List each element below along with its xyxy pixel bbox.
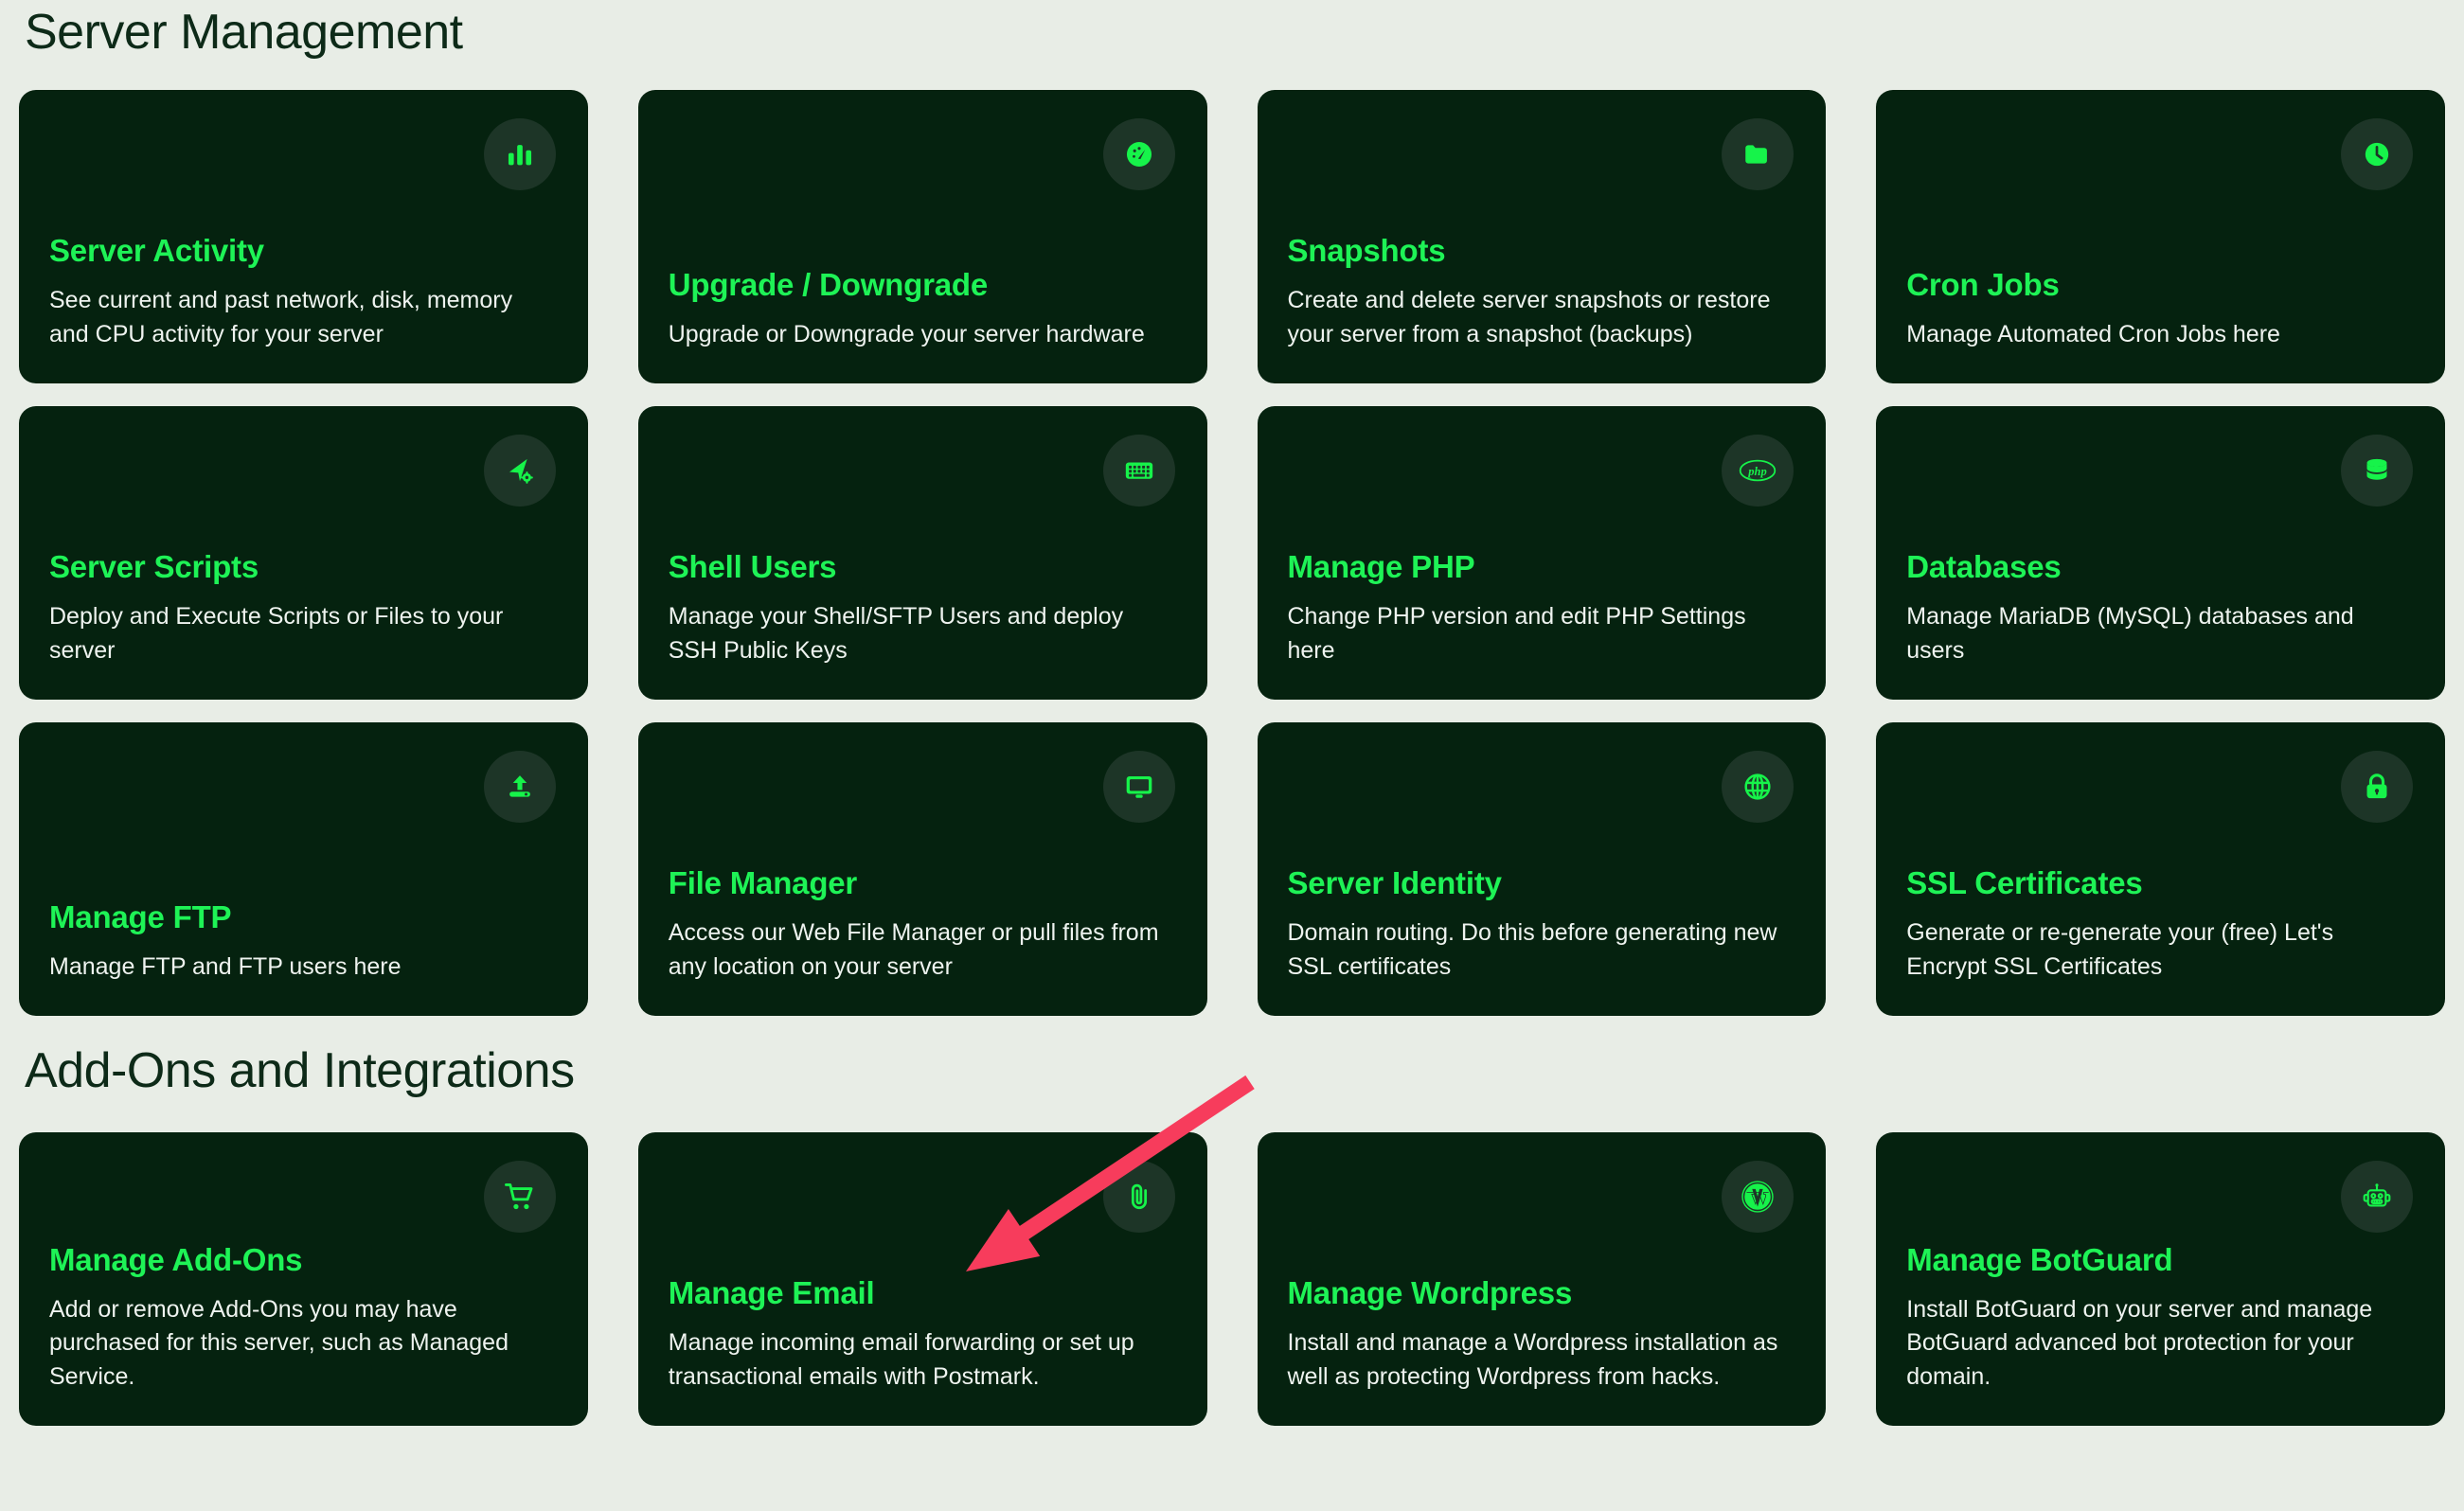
card-title: Snapshots (1287, 233, 1446, 269)
card-file-manager[interactable]: File Manager Access our Web File Manager … (637, 722, 1220, 1024)
card-manage-add-ons[interactable]: Manage Add-Ons Add or remove Add-Ons you … (19, 1132, 600, 1434)
card-description: Manage FTP and FTP users here (49, 952, 402, 980)
section-title-add-ons: Add-Ons and Integrations (25, 1043, 575, 1099)
svg-text:php: php (1748, 465, 1767, 478)
card-description: Manage Automated Cron Jobs here (1906, 320, 2280, 347)
card-title: Shell Users (668, 549, 837, 585)
clock-icon (2341, 118, 2413, 191)
card-content: Manage BotGuard Install BotGuard on your … (1906, 1242, 2411, 1394)
card-content: Server Activity See current and past netw… (49, 233, 554, 351)
script-cursor-gear-icon (483, 435, 556, 507)
card-content: Cron Jobs Manage Automated Cron Jobs here (1906, 267, 2411, 351)
card-content: Shell Users Manage your Shell/SFTP Users … (669, 549, 1173, 667)
card-description: Domain routing. Do this before generatin… (1287, 919, 1777, 980)
card-title: Manage Email (668, 1275, 875, 1311)
card-description: Install BotGuard on your server and mana… (1906, 1295, 2373, 1390)
card-title: Manage BotGuard (1906, 1241, 2173, 1277)
card-description: Deploy and Execute Scripts or Files to y… (49, 603, 504, 664)
card-content: Server Identity Domain routing. Do this b… (1288, 865, 1793, 984)
card-content: Snapshots Create and delete server snapsh… (1288, 233, 1793, 351)
card-title: Server Activity (49, 233, 264, 269)
card-description: Manage incoming email forwarding or set … (668, 1329, 1134, 1390)
paperclip-icon (1102, 1161, 1175, 1234)
upload-icon (483, 751, 556, 824)
card-ssl-certificates[interactable]: SSL Certificates Generate or re-generate … (1876, 722, 2457, 1024)
card-description: See current and past network, disk, memo… (49, 287, 513, 347)
card-upgrade-downgrade[interactable]: Upgrade / Downgrade Upgrade or Downgrade … (637, 90, 1220, 392)
card-description: Manage MariaDB (MySQL) databases and use… (1906, 603, 2354, 664)
card-title: Manage Wordpress (1287, 1275, 1573, 1311)
card-title: Manage FTP (49, 898, 232, 934)
card-title: Manage Add-Ons (49, 1241, 303, 1277)
card-title: Server Scripts (49, 549, 259, 585)
card-content: Manage PHP Change PHP version and edit PH… (1288, 549, 1793, 667)
card-title: Cron Jobs (1906, 266, 2060, 302)
card-title: File Manager (668, 865, 858, 901)
card-content: Manage FTP Manage FTP and FTP users here (49, 899, 554, 984)
card-manage-php[interactable]: php Manage PHP Change PHP version and edit… (1257, 406, 1838, 708)
card-content: Manage Wordpress Install and manage a Wor… (1288, 1275, 1793, 1394)
card-server-activity[interactable]: Server Activity See current and past netw… (19, 90, 600, 392)
card-manage-botguard[interactable]: Manage BotGuard Install BotGuard on your … (1876, 1132, 2457, 1434)
card-description: Change PHP version and edit PHP Settings… (1287, 603, 1746, 664)
card-manage-wordpress[interactable]: Manage Wordpress Install and manage a Wor… (1257, 1132, 1838, 1434)
card-content: Upgrade / Downgrade Upgrade or Downgrade … (669, 267, 1173, 351)
server-management-card-grid: Server Activity See current and past netw… (19, 90, 2457, 1024)
card-description: Access our Web File Manager or pull file… (668, 919, 1159, 980)
card-server-scripts[interactable]: Server Scripts Deploy and Execute Scripts… (19, 406, 600, 708)
card-manage-ftp[interactable]: Manage FTP Manage FTP and FTP users here (19, 722, 600, 1024)
card-title: Server Identity (1287, 865, 1502, 901)
card-content: Databases Manage MariaDB (MySQL) database… (1906, 549, 2411, 667)
card-content: SSL Certificates Generate or re-generate … (1906, 865, 2411, 984)
card-title: Manage PHP (1287, 549, 1475, 585)
card-content: Server Scripts Deploy and Execute Scripts… (49, 549, 554, 667)
card-description: Install and manage a Wordpress installat… (1287, 1329, 1778, 1390)
card-databases[interactable]: Databases Manage MariaDB (MySQL) database… (1876, 406, 2457, 708)
keyboard-icon (1102, 435, 1175, 507)
card-description: Upgrade or Downgrade your server hardwar… (668, 320, 1145, 347)
card-cron-jobs[interactable]: Cron Jobs Manage Automated Cron Jobs here (1876, 90, 2457, 392)
php-logo-icon: php (1722, 435, 1794, 507)
lock-icon (2341, 751, 2413, 824)
card-server-identity[interactable]: Server Identity Domain routing. Do this b… (1257, 722, 1838, 1024)
folder-icon (1722, 118, 1794, 191)
shopping-cart-icon (483, 1161, 556, 1234)
section-title-server-management: Server Management (25, 5, 463, 60)
card-content: Manage Add-Ons Add or remove Add-Ons you … (49, 1242, 554, 1394)
monitor-icon (1102, 751, 1175, 824)
card-description: Manage your Shell/SFTP Users and deploy … (668, 603, 1124, 664)
wordpress-icon (1722, 1161, 1794, 1234)
card-description: Create and delete server snapshots or re… (1287, 287, 1771, 347)
card-content: Manage Email Manage incoming email forwar… (669, 1275, 1173, 1394)
speedometer-icon (1102, 118, 1175, 191)
globe-icon (1722, 751, 1794, 824)
card-snapshots[interactable]: Snapshots Create and delete server snapsh… (1257, 90, 1838, 392)
card-title: SSL Certificates (1906, 865, 2143, 901)
card-shell-users[interactable]: Shell Users Manage your Shell/SFTP Users … (637, 406, 1220, 708)
robot-icon (2341, 1161, 2413, 1234)
database-icon (2341, 435, 2413, 507)
card-title: Upgrade / Downgrade (668, 266, 988, 302)
bar-chart-icon (483, 118, 556, 191)
card-content: File Manager Access our Web File Manager … (669, 865, 1173, 984)
server-dashboard-page: Server Management Server Activity See cur… (0, 0, 2464, 1511)
add-ons-card-grid: Manage Add-Ons Add or remove Add-Ons you … (19, 1132, 2457, 1434)
card-description: Generate or re-generate your (free) Let'… (1906, 919, 2334, 980)
card-description: Add or remove Add-Ons you may have purch… (49, 1295, 509, 1390)
card-manage-email[interactable]: Manage Email Manage incoming email forwar… (637, 1132, 1220, 1434)
card-title: Databases (1906, 549, 2062, 585)
